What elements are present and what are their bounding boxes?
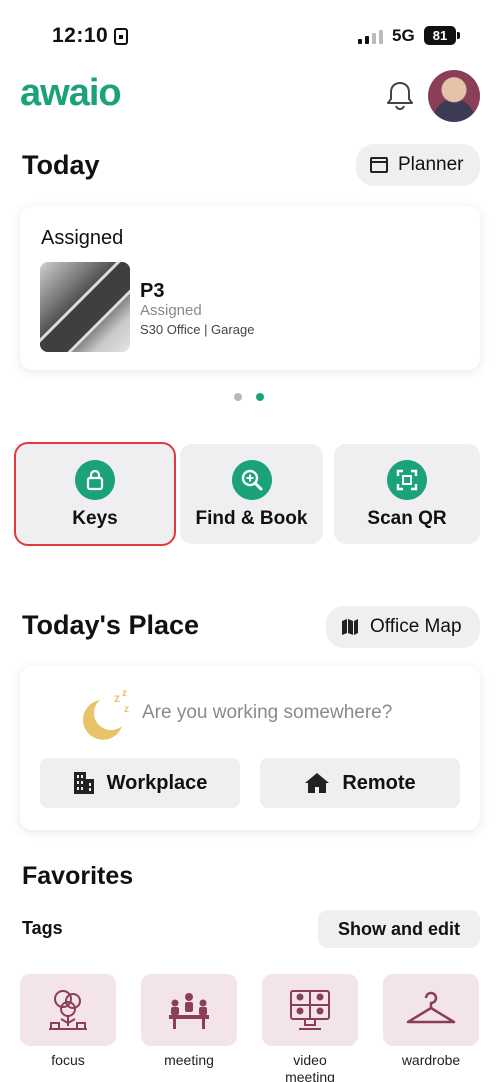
battery-icon: 81 — [424, 26, 460, 45]
keys-label: Keys — [72, 508, 118, 529]
status-time: 12:10 — [52, 24, 109, 47]
svg-text:z: z — [114, 691, 120, 705]
calendar-icon — [370, 157, 388, 173]
notification-bell-icon[interactable] — [382, 78, 418, 114]
tag-tile — [262, 974, 358, 1046]
avatar[interactable] — [428, 70, 480, 122]
todays-place-card: z z z Are you working somewhere? Workpla… — [20, 666, 480, 830]
remote-button[interactable]: Remote — [260, 758, 460, 808]
tag-label: meeting — [164, 1052, 214, 1068]
status-bar: 12:10 5G 81 — [0, 22, 500, 52]
page-indicator — [234, 393, 264, 401]
place-question: Are you working somewhere? — [142, 702, 393, 723]
assigned-card-label: Assigned — [41, 227, 124, 249]
workplace-button[interactable]: Workplace — [40, 758, 240, 808]
scan-qr-icon — [387, 460, 427, 500]
lock-icon — [75, 460, 115, 500]
tag-label: focus — [51, 1052, 85, 1068]
section-title-favorites: Favorites — [22, 862, 134, 890]
scan-qr-label: Scan QR — [367, 508, 447, 529]
home-icon — [305, 773, 330, 793]
video-meeting-icon — [290, 990, 330, 1030]
find-book-button[interactable]: Find & Book — [180, 444, 323, 544]
find-book-label: Find & Book — [195, 508, 308, 529]
network-type: 5G — [392, 26, 415, 45]
tag-meeting[interactable]: meeting — [141, 974, 237, 1069]
planner-label: Planner — [398, 154, 464, 175]
tag-tile — [383, 974, 479, 1046]
remote-label: Remote — [342, 771, 416, 794]
spot-name: P3 — [140, 280, 165, 302]
tag-tile — [20, 974, 116, 1046]
meeting-table-icon — [169, 993, 209, 1029]
parking-spot-image — [40, 262, 130, 352]
tag-tile — [141, 974, 237, 1046]
spot-location: S30 Office | Garage — [140, 322, 255, 337]
svg-text:z: z — [122, 688, 127, 699]
tag-label: video meeting — [285, 1052, 335, 1082]
sleeping-moon-icon: z z z — [82, 688, 129, 740]
workplace-label: Workplace — [106, 771, 208, 794]
office-map-button[interactable]: Office Map — [326, 606, 480, 648]
assigned-card[interactable]: Assigned P3 Assigned S30 Office | Garage — [20, 206, 480, 370]
app-screen: 12:10 5G 81 awaio Today Planner Assigned… — [0, 0, 500, 1082]
tag-focus[interactable]: focus — [20, 974, 116, 1069]
tree-icon — [49, 990, 87, 1030]
search-plus-icon — [231, 460, 272, 500]
tags-heading: Tags — [22, 918, 63, 938]
spot-status: Assigned — [140, 302, 202, 319]
map-icon — [342, 619, 358, 635]
signal-icon — [358, 30, 383, 44]
scan-qr-button[interactable]: Scan QR — [334, 444, 480, 544]
page-dot[interactable] — [234, 393, 242, 401]
tag-wardrobe[interactable]: wardrobe — [383, 974, 479, 1069]
building-icon — [73, 772, 94, 794]
app-logo: awaio — [20, 72, 122, 114]
office-map-label: Office Map — [370, 616, 462, 637]
keys-button[interactable]: Keys — [14, 442, 176, 546]
section-title-today: Today — [22, 150, 100, 180]
planner-button[interactable]: Planner — [356, 144, 480, 186]
page-dot-active[interactable] — [256, 393, 264, 401]
tag-label: wardrobe — [401, 1052, 461, 1068]
orientation-lock-icon — [114, 28, 128, 45]
svg-text:z: z — [124, 704, 129, 715]
section-title-todays-place: Today's Place — [22, 610, 200, 640]
hanger-icon — [406, 991, 456, 1024]
tag-video-meeting[interactable]: video meeting — [262, 974, 358, 1082]
show-and-edit-button[interactable]: Show and edit — [318, 910, 480, 948]
